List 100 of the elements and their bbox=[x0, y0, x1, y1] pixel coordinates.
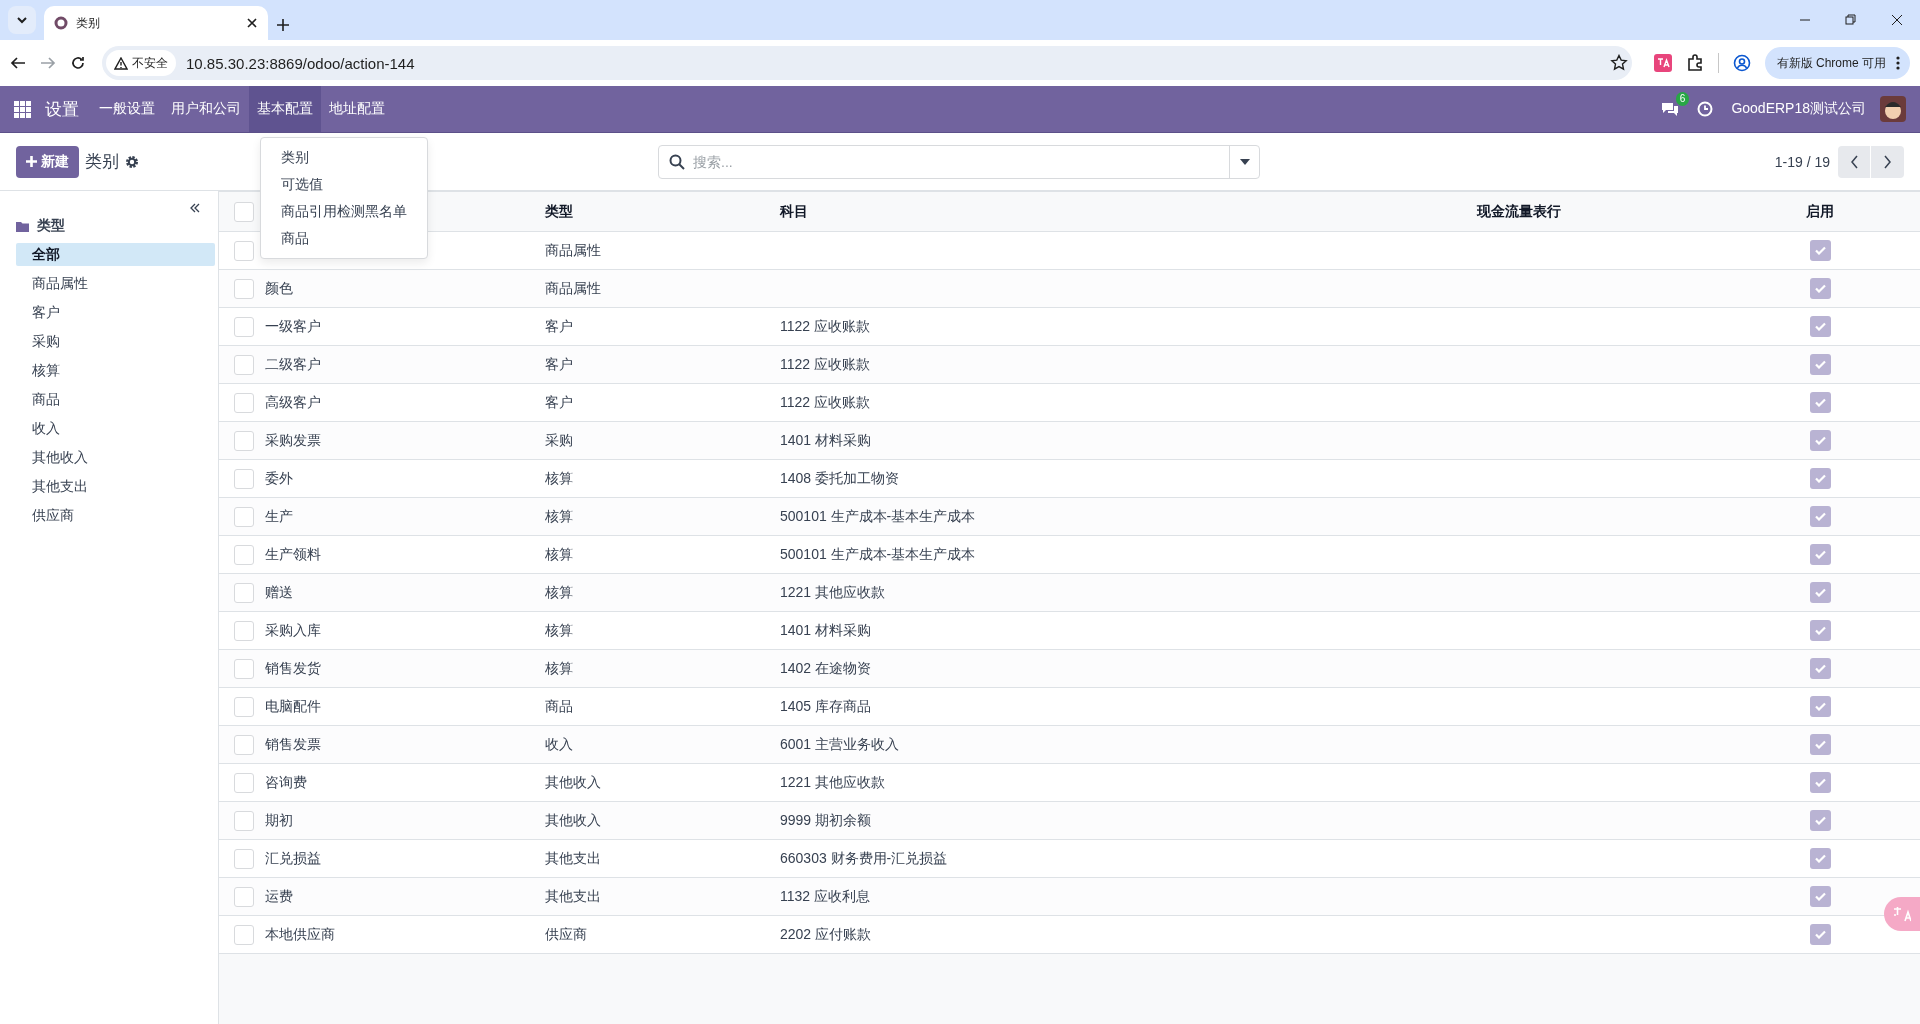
filter-item[interactable]: 全部 bbox=[16, 243, 215, 266]
reload-button[interactable] bbox=[70, 55, 86, 71]
enabled-checkbox[interactable] bbox=[1809, 848, 1831, 869]
filter-item[interactable]: 其他支出 bbox=[16, 475, 215, 498]
address-bar[interactable]: 不安全 10.85.30.23:8869/odoo/action-144 bbox=[102, 46, 1632, 80]
enabled-checkbox[interactable] bbox=[1809, 810, 1831, 831]
update-chrome-button[interactable]: 有新版 Chrome 可用 bbox=[1764, 47, 1910, 79]
translate-button[interactable] bbox=[1884, 897, 1920, 931]
menu-item[interactable]: 用户和公司 bbox=[163, 86, 249, 132]
row-checkbox[interactable] bbox=[234, 278, 254, 299]
profile-icon[interactable] bbox=[1732, 54, 1751, 72]
double-chevron-left-icon bbox=[190, 203, 200, 213]
filter-item[interactable]: 核算 bbox=[16, 359, 215, 382]
new-button[interactable]: 新建 bbox=[16, 145, 79, 178]
row-checkbox[interactable] bbox=[234, 316, 254, 337]
enabled-checkbox[interactable] bbox=[1809, 658, 1831, 679]
row-checkbox[interactable] bbox=[234, 506, 254, 527]
enabled-checkbox[interactable] bbox=[1809, 886, 1831, 907]
row-checkbox[interactable] bbox=[234, 696, 254, 717]
enabled-checkbox[interactable] bbox=[1809, 430, 1831, 451]
filter-item[interactable]: 客户 bbox=[16, 301, 215, 324]
enabled-checkbox[interactable] bbox=[1809, 544, 1831, 565]
table-cell: 客户 bbox=[545, 355, 573, 372]
enabled-checkbox[interactable] bbox=[1809, 696, 1831, 717]
browser-tab[interactable]: 类别 bbox=[44, 6, 268, 40]
row-checkbox[interactable] bbox=[234, 886, 254, 907]
star-icon[interactable] bbox=[1609, 54, 1628, 72]
puzzle-icon[interactable] bbox=[1685, 54, 1704, 72]
back-icon bbox=[10, 55, 26, 71]
company-switcher[interactable]: GoodERP18测试公司 bbox=[1731, 100, 1866, 118]
chat-icon bbox=[1661, 101, 1680, 117]
column-header[interactable]: 启用 bbox=[1806, 202, 1834, 221]
table-cell: 一级客户 bbox=[265, 317, 321, 334]
back-button[interactable] bbox=[10, 55, 26, 71]
close-icon[interactable] bbox=[246, 17, 258, 29]
row-checkbox[interactable] bbox=[234, 924, 254, 945]
filter-item[interactable]: 采购 bbox=[16, 330, 215, 353]
enabled-checkbox[interactable] bbox=[1809, 354, 1831, 375]
collapse-button[interactable] bbox=[190, 203, 200, 213]
table-cell: 1122 应收账款 bbox=[780, 393, 870, 410]
enabled-checkbox[interactable] bbox=[1809, 620, 1831, 641]
menu-item[interactable]: 一般设置 bbox=[91, 86, 163, 132]
dropdown-item[interactable]: 商品引用检测黑名单 bbox=[261, 198, 427, 225]
pager-text: 1-19 / 19 bbox=[1774, 153, 1830, 170]
app-name[interactable]: 设置 bbox=[45, 97, 91, 121]
row-checkbox[interactable] bbox=[234, 354, 254, 375]
table-cell: 1401 材料采购 bbox=[780, 431, 872, 448]
filter-item[interactable]: 收入 bbox=[16, 417, 215, 440]
table-cell: 采购发票 bbox=[265, 431, 321, 448]
filter-item[interactable]: 其他收入 bbox=[16, 446, 215, 469]
dropdown-item[interactable]: 商品 bbox=[261, 225, 427, 252]
enabled-checkbox[interactable] bbox=[1809, 924, 1831, 945]
row-checkbox[interactable] bbox=[234, 620, 254, 641]
enabled-checkbox[interactable] bbox=[1809, 468, 1831, 489]
previous-button[interactable] bbox=[1838, 145, 1871, 178]
enabled-checkbox[interactable] bbox=[1809, 582, 1831, 603]
column-header[interactable]: 现金流量表行 bbox=[1477, 202, 1561, 219]
filter-item[interactable]: 商品 bbox=[16, 388, 215, 411]
filter-item[interactable]: 供应商 bbox=[16, 504, 215, 527]
table-cell: 收入 bbox=[545, 735, 573, 752]
activity-button[interactable] bbox=[1697, 101, 1714, 117]
table-cell: 核算 bbox=[545, 659, 573, 676]
enabled-checkbox[interactable] bbox=[1809, 316, 1831, 337]
row-checkbox[interactable] bbox=[234, 240, 254, 261]
row-checkbox[interactable] bbox=[234, 392, 254, 413]
enabled-checkbox[interactable] bbox=[1809, 506, 1831, 527]
translate-extension-icon[interactable] bbox=[1653, 54, 1672, 72]
filter-item[interactable]: 商品属性 bbox=[16, 272, 215, 295]
table-cell: 1405 库存商品 bbox=[780, 697, 872, 714]
select-all-checkbox[interactable] bbox=[234, 201, 254, 222]
enabled-checkbox[interactable] bbox=[1809, 278, 1831, 299]
menu-item[interactable]: 地址配置 bbox=[321, 86, 393, 132]
enabled-checkbox[interactable] bbox=[1809, 734, 1831, 755]
column-header[interactable]: 科目 bbox=[780, 202, 808, 219]
search-box[interactable]: 搜索... bbox=[658, 144, 1260, 179]
row-checkbox[interactable] bbox=[234, 468, 254, 489]
row-checkbox[interactable] bbox=[234, 544, 254, 565]
menu-item[interactable]: 基本配置 bbox=[249, 86, 321, 132]
enabled-checkbox[interactable] bbox=[1809, 772, 1831, 793]
row-checkbox[interactable] bbox=[234, 848, 254, 869]
next-button[interactable] bbox=[1871, 145, 1904, 178]
row-checkbox[interactable] bbox=[234, 772, 254, 793]
row-checkbox[interactable] bbox=[234, 658, 254, 679]
new-tab-button[interactable] bbox=[276, 18, 290, 32]
user-avatar[interactable] bbox=[1880, 96, 1906, 122]
table-cell: 1408 委托加工物资 bbox=[780, 469, 900, 486]
check-icon bbox=[1814, 360, 1826, 369]
security-chip[interactable]: 不安全 bbox=[106, 50, 176, 76]
enabled-checkbox[interactable] bbox=[1809, 392, 1831, 413]
row-checkbox[interactable] bbox=[234, 430, 254, 451]
dropdown-item[interactable]: 可选值 bbox=[261, 171, 427, 198]
settings-icon[interactable] bbox=[125, 154, 139, 169]
row-checkbox[interactable] bbox=[234, 582, 254, 603]
enabled-checkbox[interactable] bbox=[1809, 240, 1831, 261]
tab-list-button[interactable] bbox=[8, 6, 36, 34]
row-checkbox[interactable] bbox=[234, 810, 254, 831]
dropdown-item[interactable]: 类别 bbox=[261, 144, 427, 171]
forward-button[interactable] bbox=[40, 55, 56, 71]
row-checkbox[interactable] bbox=[234, 734, 254, 755]
column-header[interactable]: 类型 bbox=[545, 202, 573, 219]
